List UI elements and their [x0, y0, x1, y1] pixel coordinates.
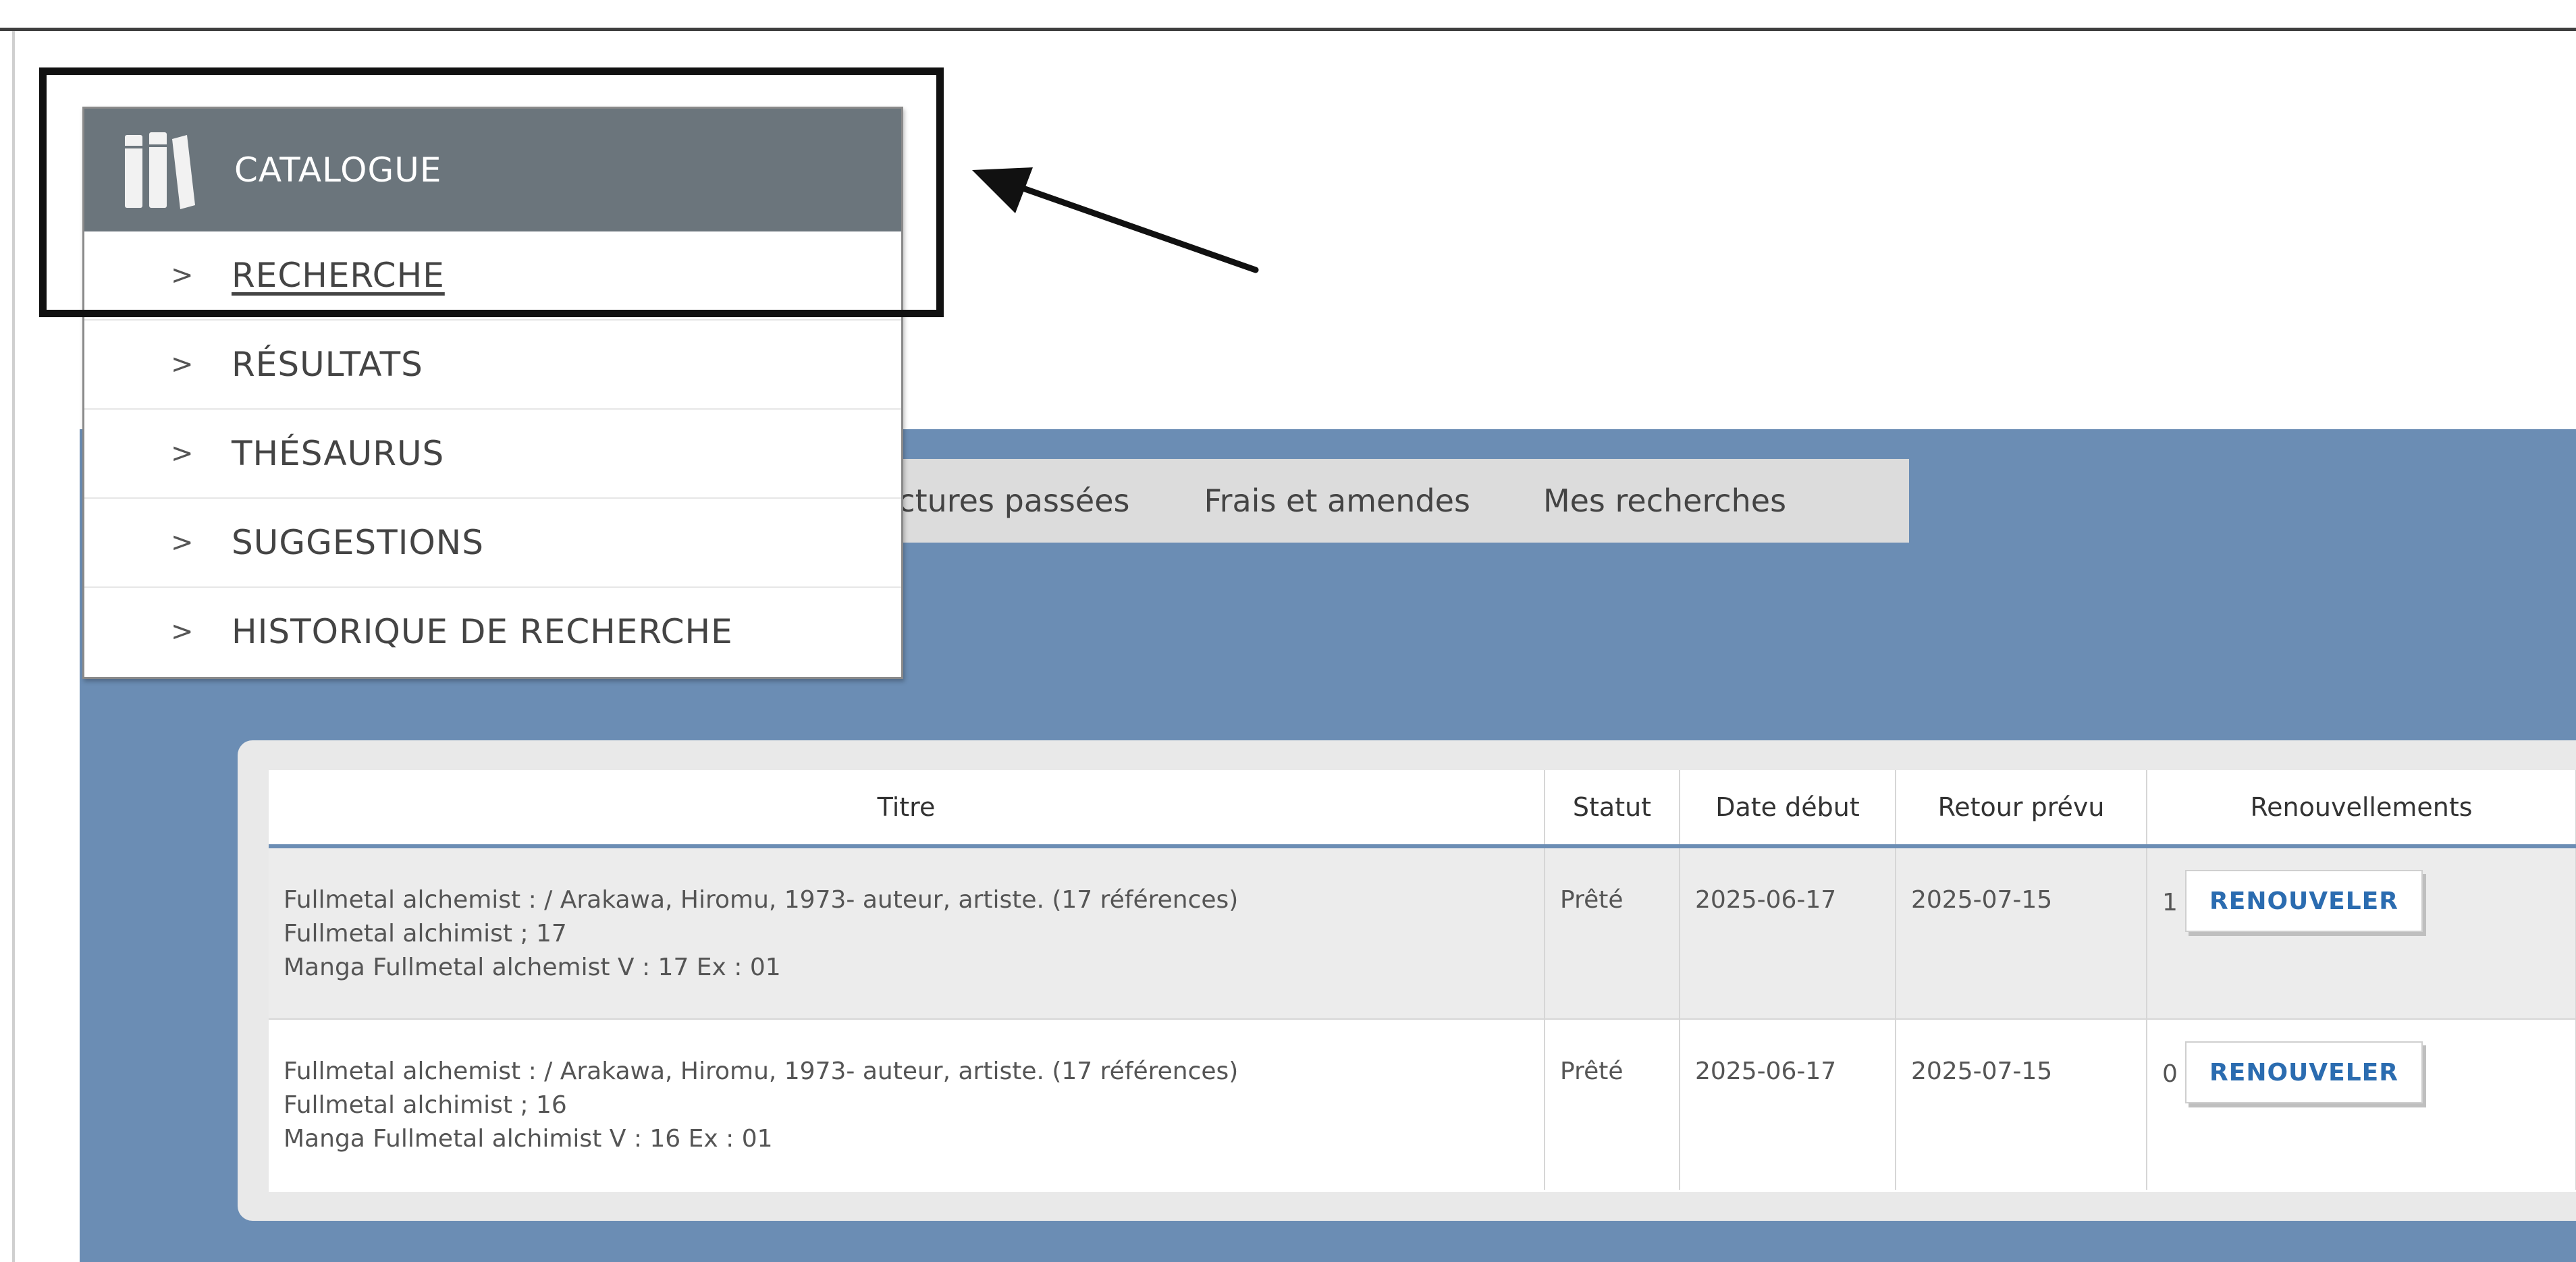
loan-copy-info: Manga Fullmetal alchimist V : 16 Ex : 01	[284, 1125, 773, 1153]
loan-series-volume: Fullmetal alchimist ; 16	[284, 1091, 567, 1119]
loan-start-date: 2025-06-17	[1680, 1019, 1896, 1190]
loans-table: Titre Statut Date début Retour prévu Ren…	[269, 770, 2576, 1190]
menu-item-label: RÉSULTATS	[232, 345, 423, 384]
column-header-status[interactable]: Statut	[1545, 770, 1680, 848]
loan-renewals-cell: 1 RENOUVELER	[2147, 846, 2576, 1020]
column-header-renewals[interactable]: Renouvellements	[2147, 770, 2576, 848]
loan-series-volume: Fullmetal alchimist ; 17	[284, 920, 567, 948]
loan-due-date: 2025-07-15	[1896, 1019, 2147, 1190]
menu-item-label: HISTORIQUE DE RECHERCHE	[232, 612, 733, 651]
menu-item-thesaurus[interactable]: > THÉSAURUS	[84, 410, 901, 499]
menu-item-resultats[interactable]: > RÉSULTATS	[84, 321, 901, 410]
renewal-count: 1	[2162, 889, 2178, 916]
menu-item-historique[interactable]: > HISTORIQUE DE RECHERCHE	[84, 588, 901, 676]
menu-item-label: THÉSAURUS	[232, 434, 445, 473]
tab-fees-and-fines[interactable]: Frais et amendes	[1204, 483, 1470, 519]
loan-status: Prêté	[1545, 846, 1680, 1020]
column-header-due-date[interactable]: Retour prévu	[1896, 770, 2147, 848]
menu-item-label: SUGGESTIONS	[232, 523, 484, 562]
loans-table-container: Titre Statut Date début Retour prévu Ren…	[269, 770, 2576, 1192]
top-divider	[0, 28, 2576, 31]
chevron-right-icon: >	[171, 527, 194, 558]
loan-title-cell: Fullmetal alchemist : / Arakawa, Hiromu,…	[269, 846, 1545, 1020]
table-row: Fullmetal alchemist : / Arakawa, Hiromu,…	[269, 846, 2576, 1020]
renewal-count: 0	[2162, 1060, 2178, 1088]
chevron-right-icon: >	[171, 349, 194, 380]
pointer-arrow-annotation	[972, 167, 1259, 273]
left-divider	[12, 31, 15, 1262]
tab-my-searches[interactable]: Mes recherches	[1543, 483, 1786, 519]
table-header-row: Titre Statut Date début Retour prévu Ren…	[269, 770, 2576, 848]
tab-past-loans[interactable]: ectures passées	[879, 483, 1129, 519]
renew-button[interactable]: RENOUVELER	[2185, 870, 2423, 932]
loan-renewals-cell: 0 RENOUVELER	[2147, 1019, 2576, 1190]
loan-title-link[interactable]: Fullmetal alchemist : / Arakawa, Hiromu,…	[284, 1055, 1544, 1089]
renew-button[interactable]: RENOUVELER	[2185, 1041, 2423, 1103]
highlight-box-annotation	[39, 67, 944, 317]
loan-title-cell: Fullmetal alchemist : / Arakawa, Hiromu,…	[269, 1019, 1545, 1190]
chevron-right-icon: >	[171, 616, 194, 647]
account-tabs: ectures passées Frais et amendes Mes rec…	[810, 459, 1909, 543]
column-header-title[interactable]: Titre	[269, 770, 1545, 848]
column-header-start-date[interactable]: Date début	[1680, 770, 1896, 848]
loan-start-date: 2025-06-17	[1680, 846, 1896, 1020]
chevron-right-icon: >	[171, 438, 194, 469]
loan-due-date: 2025-07-15	[1896, 846, 2147, 1020]
loan-copy-info: Manga Fullmetal alchemist V : 17 Ex : 01	[284, 954, 781, 981]
menu-item-suggestions[interactable]: > SUGGESTIONS	[84, 499, 901, 588]
table-row: Fullmetal alchemist : / Arakawa, Hiromu,…	[269, 1019, 2576, 1190]
loan-title-link[interactable]: Fullmetal alchemist : / Arakawa, Hiromu,…	[284, 883, 1544, 917]
loan-status: Prêté	[1545, 1019, 1680, 1190]
